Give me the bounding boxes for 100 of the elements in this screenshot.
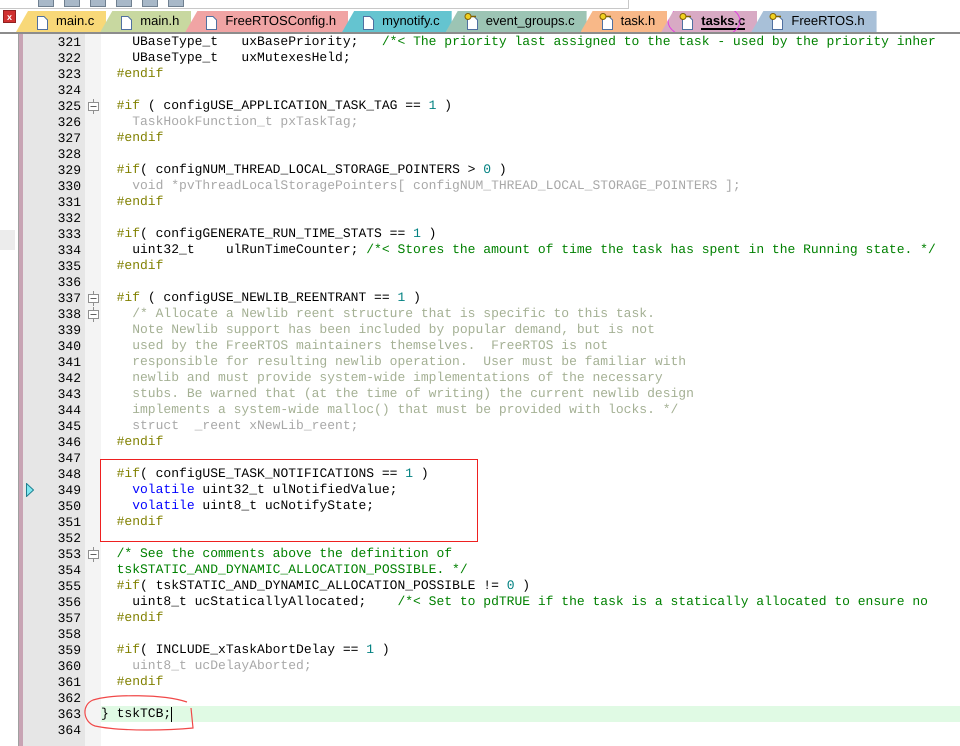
fold-collapse-icon[interactable] xyxy=(88,290,98,306)
code-text: #if xyxy=(116,98,140,114)
line-number: 335 xyxy=(56,258,82,274)
code-text: #endif xyxy=(116,130,164,146)
file-tab[interactable]: FreeRTOSConfig.h xyxy=(185,11,348,32)
line-number: 325 xyxy=(56,98,82,114)
line-number: 349 xyxy=(56,482,82,498)
line-number: 345 xyxy=(56,418,82,434)
line-number: 344 xyxy=(56,402,82,418)
fold-collapse-icon[interactable] xyxy=(88,98,98,114)
file-tab[interactable]: tasks.c xyxy=(661,11,758,32)
line-number: 343 xyxy=(56,386,82,402)
line-number: 332 xyxy=(56,210,82,226)
code-text: 1 xyxy=(397,290,406,306)
toolbar-icon[interactable] xyxy=(90,0,106,7)
close-button[interactable]: x xyxy=(3,10,16,23)
line-number: 328 xyxy=(56,146,82,162)
line-number: 351 xyxy=(56,514,82,530)
code-text: ( configUSE_TASK_NOTIFICATIONS == xyxy=(140,466,398,482)
code-text: ( tskSTATIC_AND_DYNAMIC_ALLOCATION_POSSIBLE != xyxy=(140,578,500,594)
code-text: #if xyxy=(116,578,140,594)
line-number: 355 xyxy=(56,578,82,594)
text-cursor xyxy=(171,706,172,722)
code-text: #endif xyxy=(116,514,164,530)
line-number: 359 xyxy=(56,642,82,658)
code-comment: stubs. Be warned that (at the time of writing) the current newlib design xyxy=(131,386,694,402)
toolbar-icon[interactable] xyxy=(64,0,80,7)
code-comment: /*< Stores the amount of time the task has spent in the Running state. */ xyxy=(366,242,936,258)
line-number: 322 xyxy=(56,50,82,66)
line-number: 354 xyxy=(56,562,82,578)
fold-collapse-icon[interactable] xyxy=(88,306,98,322)
line-number: 362 xyxy=(56,690,82,706)
code-text: uint8_t ucStaticallyAllocated; xyxy=(131,594,368,610)
line-number: 360 xyxy=(56,658,82,674)
tab-label: main.h xyxy=(140,13,180,30)
line-number: 326 xyxy=(56,114,82,130)
tab-label: FreeRTOS.h xyxy=(791,13,865,30)
code-text: #if xyxy=(116,290,140,306)
line-number: 334 xyxy=(56,242,82,258)
code-text: ( INCLUDE_xTaskAbortDelay == xyxy=(140,642,360,658)
code-text: #endif xyxy=(116,66,164,82)
line-number: 348 xyxy=(56,466,82,482)
file-tab[interactable]: main.h xyxy=(100,11,192,32)
line-number: 338 xyxy=(56,306,82,322)
line-number: 324 xyxy=(56,82,82,98)
toolbar-icon[interactable] xyxy=(116,0,132,7)
toolbar-icon[interactable] xyxy=(142,0,158,7)
tab-label: event_groups.c xyxy=(486,13,575,30)
line-number: 339 xyxy=(56,322,82,338)
code-text: UBaseType_t uxBasePriority; xyxy=(131,34,360,50)
line-number: 363 xyxy=(56,706,82,722)
line-number: 346 xyxy=(56,434,82,450)
code-text: ( configNUM_THREAD_LOCAL_STORAGE_POINTERS > xyxy=(140,162,476,178)
file-tab[interactable]: event_groups.c xyxy=(446,11,587,32)
file-tab[interactable]: FreeRTOS.h xyxy=(751,11,877,32)
line-number: 321 xyxy=(56,34,82,50)
line-number: 341 xyxy=(56,354,82,370)
file-tab[interactable]: task.h xyxy=(580,11,668,32)
line-number: 361 xyxy=(56,674,82,690)
fold-collapse-icon[interactable] xyxy=(88,546,98,562)
code-text: void *pvThreadLocalStoragePointers[ configNUM_THREAD_LOCAL_STORAGE_POINTERS ]; xyxy=(131,178,741,194)
code-text: 1 xyxy=(405,466,414,482)
line-number: 327 xyxy=(56,130,82,146)
code-text: } tskTCB; xyxy=(101,706,172,722)
line-number: 364 xyxy=(56,722,82,738)
line-number: 352 xyxy=(56,530,82,546)
line-number: 347 xyxy=(56,450,82,466)
line-number: 331 xyxy=(56,194,82,210)
toolbar-icon[interactable] xyxy=(38,0,54,7)
code-text: ) xyxy=(380,642,390,658)
file-tab[interactable]: mynotify.c xyxy=(342,11,452,32)
code-comment: tskSTATIC_AND_DYNAMIC_ALLOCATION_POSSIBLE. */ xyxy=(116,562,468,578)
code-text: #endif xyxy=(116,610,164,626)
code-comment: implements a system-wide malloc() that must be provided with locks. */ xyxy=(131,402,678,418)
tab-label: FreeRTOSConfig.h xyxy=(225,13,336,30)
file-tab[interactable]: main.c xyxy=(16,11,106,32)
tab-label: task.h xyxy=(620,13,656,30)
code-text: ) xyxy=(428,226,436,242)
code-text: ) xyxy=(498,162,507,178)
code-text: struct _reent xNewLib_reent; xyxy=(131,418,358,434)
line-number: 336 xyxy=(56,274,82,290)
code-text: UBaseType_t uxMutexesHeld; xyxy=(131,50,351,66)
line-number: 340 xyxy=(56,338,82,354)
code-text: ) xyxy=(412,290,421,306)
tab-label: main.c xyxy=(56,13,94,30)
code-text: 1 xyxy=(428,98,436,114)
code-text: uint32_t ulNotifiedValue; xyxy=(201,482,398,498)
code-comment: /* See the comments above the definition of xyxy=(116,546,452,562)
code-comment: /*< The priority last assigned to the task - used by the priority inher xyxy=(382,34,936,50)
code-text: ( configUSE_APPLICATION_TASK_TAG == xyxy=(146,98,422,114)
code-comment: /*< Set to pdTRUE if the task is a statically allocated to ensure no xyxy=(397,594,928,610)
code-text: ) xyxy=(420,466,429,482)
code-text: ( configGENERATE_RUN_TIME_STATS == xyxy=(140,226,406,242)
toolbar-icon[interactable] xyxy=(168,0,184,7)
line-number: 358 xyxy=(56,626,82,642)
code-text: #endif xyxy=(116,434,164,450)
tab-label: tasks.c xyxy=(701,13,746,30)
code-text: ) xyxy=(443,98,452,114)
code-comment: /* Allocate a Newlib reent structure that is specific to this task. xyxy=(131,306,655,322)
code-text: #if xyxy=(116,226,140,242)
